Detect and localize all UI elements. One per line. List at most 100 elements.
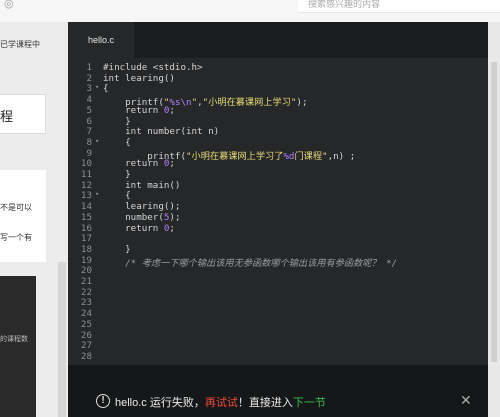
code-line: 19 /* 考虑一下哪个输出该用无参函数哪个输出该用有参函数呢？ */ xyxy=(68,254,488,269)
line-source: { xyxy=(103,83,109,95)
left-dark-panel: 的课程数 xyxy=(0,276,36,417)
fold-arrow-icon[interactable]: ▾ xyxy=(95,190,99,198)
left-text-3: 写一个有 xyxy=(0,233,32,242)
line-source: number(5); xyxy=(103,211,181,223)
line-number: 3 xyxy=(86,83,92,95)
line-number: 9 xyxy=(86,147,92,159)
line-number: 18 xyxy=(80,243,92,255)
line-source: return 0; xyxy=(103,104,175,116)
line-number: 25 xyxy=(80,318,92,330)
line-number: 15 xyxy=(80,211,92,223)
line-source: #include <stdio.h> xyxy=(103,62,203,73)
eye-icon[interactable]: ◎ xyxy=(4,0,18,9)
left-box-text: 程 xyxy=(0,109,14,124)
line-number: 20 xyxy=(80,265,92,277)
code-line: 26 xyxy=(68,330,488,341)
fold-arrow-icon[interactable]: ▾ xyxy=(95,83,99,91)
code-line: 17 xyxy=(68,233,488,244)
line-number: 7 xyxy=(86,126,92,138)
fold-arrow-icon[interactable]: ▾ xyxy=(95,137,99,145)
code-line: 1 #include <stdio.h> xyxy=(68,62,488,73)
line-source: int number(int n) xyxy=(103,126,220,138)
line-number: 2 xyxy=(86,72,92,84)
tab-label: hello.c xyxy=(88,35,115,45)
line-source: int main() xyxy=(103,179,181,191)
left-text-learned: 已学课程中 xyxy=(0,40,40,49)
left-box: 程 xyxy=(0,94,46,134)
line-number: 8 xyxy=(86,136,92,148)
line-number: 28 xyxy=(80,350,92,362)
left-instructions: 不是可以 写一个有 xyxy=(0,170,46,262)
run-result-notification: ! hello.c 运行失败，再试试！直接进入下一节 ✕ xyxy=(68,365,488,417)
code-line: 12 int main() xyxy=(68,180,488,191)
line-number: 17 xyxy=(80,233,92,245)
left-scrollbar[interactable] xyxy=(58,262,66,417)
line-number: 21 xyxy=(80,276,92,287)
code-line: 23 xyxy=(68,297,488,308)
code-line: 28 xyxy=(68,351,488,362)
code-line: 8 ▾ { xyxy=(68,137,488,148)
code-editor: hello.c 1 #include <stdio.h> 2 int learing(… xyxy=(68,22,488,417)
line-number: 10 xyxy=(80,158,92,170)
code-line: 13 ▾ { xyxy=(68,190,488,201)
code-line: 14 learing(); xyxy=(68,201,488,212)
next-section-link[interactable]: 下一节 xyxy=(293,397,326,409)
line-number: 16 xyxy=(80,222,92,234)
line-source: return 0; xyxy=(103,222,175,234)
search-placeholder: 搜索感兴趣的内容 xyxy=(308,0,381,9)
line-number: 14 xyxy=(80,201,92,213)
line-number: 22 xyxy=(80,286,92,298)
line-source: } xyxy=(103,243,131,255)
line-source: learing(); xyxy=(103,201,181,213)
close-icon[interactable]: ✕ xyxy=(460,393,472,409)
tab-hello-c[interactable]: hello.c xyxy=(68,22,134,58)
toast-text-2: ！直接进入 xyxy=(237,397,293,409)
code-line: 4 printf("%s\n","小明在慕课网上学习"); xyxy=(68,94,488,108)
code-line: 27 xyxy=(68,340,488,351)
tab-bar: hello.c xyxy=(68,22,488,58)
line-number: 12 xyxy=(80,179,92,191)
code-area[interactable]: 1 #include <stdio.h> 2 int learing() 3 ▾{4 pr… xyxy=(68,58,488,365)
line-source: } xyxy=(103,169,131,180)
page: ◎ 搜索感兴趣的内容 已学课程中 程 不是可以 写一个有 的课程数 hello.… xyxy=(0,0,500,417)
line-number: 24 xyxy=(80,308,92,320)
code-line: 18 } xyxy=(68,244,488,255)
line-source: return 0; xyxy=(103,158,175,170)
code-line: 22 xyxy=(68,287,488,298)
top-bar: ◎ 搜索感兴趣的内容 xyxy=(0,0,500,22)
alert-circle-icon: ! xyxy=(96,394,110,408)
code-line: 25 xyxy=(68,319,488,330)
line-number: 6 xyxy=(86,115,92,127)
line-source: { xyxy=(103,136,131,148)
left-text-2: 不是可以 xyxy=(0,203,32,212)
code-line: 21 xyxy=(68,276,488,287)
line-number: 26 xyxy=(80,329,92,341)
code-line: 24 xyxy=(68,308,488,319)
code-line: 16 return 0; xyxy=(68,223,488,234)
toast-message: hello.c 运行失败，再试试！直接进入下一节 xyxy=(115,394,326,410)
code-line: 5 return 0; xyxy=(68,105,488,116)
code-line: 9 printf("小明在慕课网上学习了%d门课程",n) ; xyxy=(68,147,488,162)
toast-text-1: hello.c 运行失败， xyxy=(115,397,205,409)
code-line: 3 ▾ { xyxy=(68,83,488,94)
code-line: 2 int learing() xyxy=(68,73,488,84)
code-line: 10 return 0; xyxy=(68,158,488,169)
retry-link[interactable]: 再试试 xyxy=(205,397,238,409)
code-line: 6 } xyxy=(68,116,488,127)
code-line: 20 xyxy=(68,265,488,276)
search-input[interactable]: 搜索感兴趣的内容 xyxy=(298,0,500,13)
line-number: 1 xyxy=(86,62,92,73)
code-line: 15 number(5); xyxy=(68,212,488,223)
scrollbar-thumb[interactable] xyxy=(491,62,497,362)
line-number: 23 xyxy=(80,297,92,309)
right-scrollbar[interactable] xyxy=(488,22,500,417)
line-number: 27 xyxy=(80,340,92,352)
line-number: 13 xyxy=(80,190,92,202)
line-source: } xyxy=(103,115,131,127)
code-line: 11 } xyxy=(68,169,488,180)
line-source: { xyxy=(103,190,131,202)
left-text-4: 的课程数 xyxy=(0,336,28,343)
line-number: 19 xyxy=(80,254,92,266)
line-number: 5 xyxy=(86,104,92,116)
code-line: 7 int number(int n) xyxy=(68,126,488,137)
